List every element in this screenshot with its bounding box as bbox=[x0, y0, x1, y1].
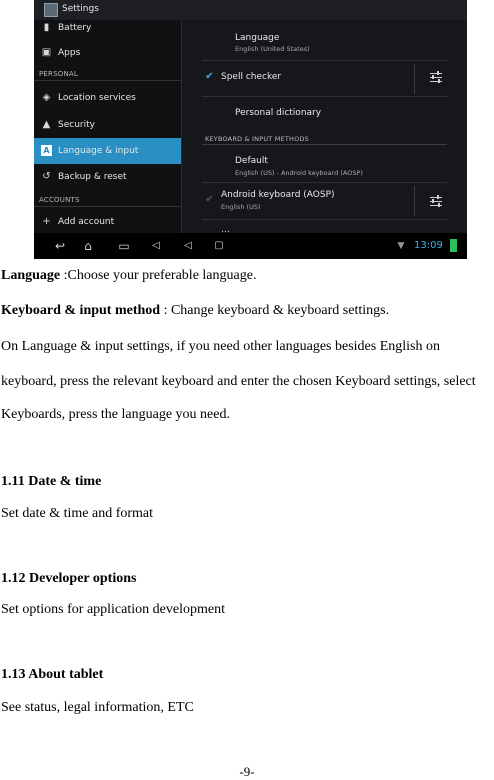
spell-checker-settings-icon[interactable] bbox=[430, 71, 442, 83]
wifi-icon: ▼ bbox=[397, 241, 405, 251]
android-keyboard-setting[interactable]: Android keyboard (AOSP) bbox=[221, 190, 335, 200]
default-keyboard-value: English (US) - Android keyboard (AOSP) bbox=[235, 169, 363, 177]
keyboard-icon: A bbox=[41, 145, 52, 156]
sidebar-item-battery[interactable]: ▮ Battery bbox=[34, 15, 181, 41]
settings-screenshot: Settings ▮ Battery ▣ Apps PERSONAL ◈ Loc… bbox=[34, 0, 467, 259]
status-clock: 13:09 bbox=[414, 240, 443, 251]
section-header-personal: PERSONAL bbox=[39, 70, 78, 78]
divider bbox=[202, 219, 447, 220]
location-icon: ◈ bbox=[42, 92, 51, 103]
sidebar-item-language-input[interactable]: A Language & input bbox=[34, 138, 181, 164]
language-description: Language :Choose your preferable languag… bbox=[1, 268, 256, 284]
page-number: -9- bbox=[239, 764, 255, 779]
body-line-1: On Language & input settings, if you nee… bbox=[1, 339, 440, 354]
body-line-3: Keyboards, press the language you need. bbox=[1, 407, 230, 422]
sidebar-item-add-account[interactable]: + Add account bbox=[34, 209, 181, 235]
language-description-text: :Choose your preferable language. bbox=[60, 268, 257, 283]
lock-icon: ▲ bbox=[42, 119, 51, 130]
heading-developer-options: 1.12 Developer options bbox=[1, 571, 137, 586]
term-keyboard: Keyboard & input method bbox=[1, 303, 161, 318]
android-keyboard-value: English (US) bbox=[221, 203, 261, 211]
heading-date-time: 1.11 Date & time bbox=[1, 474, 102, 489]
android-keyboard-checkbox[interactable]: ✔ bbox=[205, 195, 214, 205]
apps-icon: ▣ bbox=[41, 47, 52, 58]
section-header-keyboard: KEYBOARD & INPUT METHODS bbox=[205, 135, 309, 143]
date-time-description: Set date & time and format bbox=[1, 506, 154, 521]
term-language: Language bbox=[1, 268, 61, 283]
app-title: Settings bbox=[62, 4, 99, 14]
backup-icon: ↺ bbox=[42, 171, 51, 182]
keyboard-description-text: : Change keyboard & keyboard settings. bbox=[160, 303, 390, 318]
sidebar-item-label: Apps bbox=[58, 48, 81, 58]
divider bbox=[202, 144, 447, 145]
body-line-2: keyboard, press the relevant keyboard an… bbox=[1, 374, 476, 389]
volume-up-icon[interactable]: ◁ bbox=[178, 239, 198, 253]
spell-checker-checkbox[interactable]: ✔ bbox=[205, 72, 214, 82]
home-icon[interactable]: ⌂ bbox=[76, 239, 100, 253]
sidebar-item-label: Security bbox=[58, 120, 95, 130]
sidebar-item-apps[interactable]: ▣ Apps bbox=[34, 40, 181, 66]
divider bbox=[34, 206, 181, 207]
keyboard-description: Keyboard & input method : Change keyboar… bbox=[1, 303, 389, 319]
recent-apps-icon[interactable]: ▭ bbox=[112, 239, 136, 253]
battery-icon: ▮ bbox=[43, 22, 50, 33]
sidebar-item-label: Backup & reset bbox=[58, 172, 127, 182]
sidebar-item-location[interactable]: ◈ Location services bbox=[34, 85, 181, 111]
about-tablet-description: See status, legal information, ETC bbox=[1, 700, 194, 715]
divider bbox=[34, 80, 181, 81]
language-setting-value: English (United States) bbox=[235, 45, 310, 53]
developer-options-description: Set options for application development bbox=[1, 602, 225, 617]
back-icon[interactable]: ↩ bbox=[48, 239, 72, 253]
section-header-accounts: ACCOUNTS bbox=[39, 196, 80, 204]
divider bbox=[414, 64, 415, 94]
detail-panel: Language English (United States) ✔ Spell… bbox=[181, 20, 462, 235]
divider bbox=[414, 186, 415, 216]
plus-icon: + bbox=[42, 216, 51, 227]
sidebar-item-label: Location services bbox=[58, 93, 136, 103]
personal-dictionary-setting[interactable]: Personal dictionary bbox=[235, 108, 321, 118]
sidebar-item-label: Add account bbox=[58, 217, 115, 227]
sidebar-item-label: Language & input bbox=[58, 146, 139, 156]
divider bbox=[202, 182, 447, 183]
heading-about-tablet: 1.13 About tablet bbox=[1, 667, 104, 682]
screenshot-icon[interactable]: ▢ bbox=[210, 239, 228, 253]
sidebar-item-backup[interactable]: ↺ Backup & reset bbox=[34, 164, 181, 190]
divider bbox=[202, 60, 447, 61]
sidebar-item-security[interactable]: ▲ Security bbox=[34, 112, 181, 138]
sidebar-item-label: Battery bbox=[58, 23, 92, 33]
spell-checker-setting[interactable]: Spell checker bbox=[221, 72, 281, 82]
divider bbox=[202, 96, 447, 97]
language-setting[interactable]: Language bbox=[235, 33, 279, 43]
volume-down-icon[interactable]: ◁ bbox=[146, 239, 166, 253]
android-keyboard-settings-icon[interactable] bbox=[430, 195, 442, 207]
settings-detail-pane: Language English (United States) ✔ Spell… bbox=[181, 20, 467, 235]
settings-sidebar: ▮ Battery ▣ Apps PERSONAL ◈ Location ser… bbox=[34, 20, 181, 233]
default-keyboard-setting[interactable]: Default bbox=[235, 156, 268, 166]
battery-status-icon bbox=[450, 239, 457, 252]
system-navigation-bar: ↩ ⌂ ▭ ◁ ◁ ▢ ▼ 13:09 bbox=[34, 233, 467, 259]
